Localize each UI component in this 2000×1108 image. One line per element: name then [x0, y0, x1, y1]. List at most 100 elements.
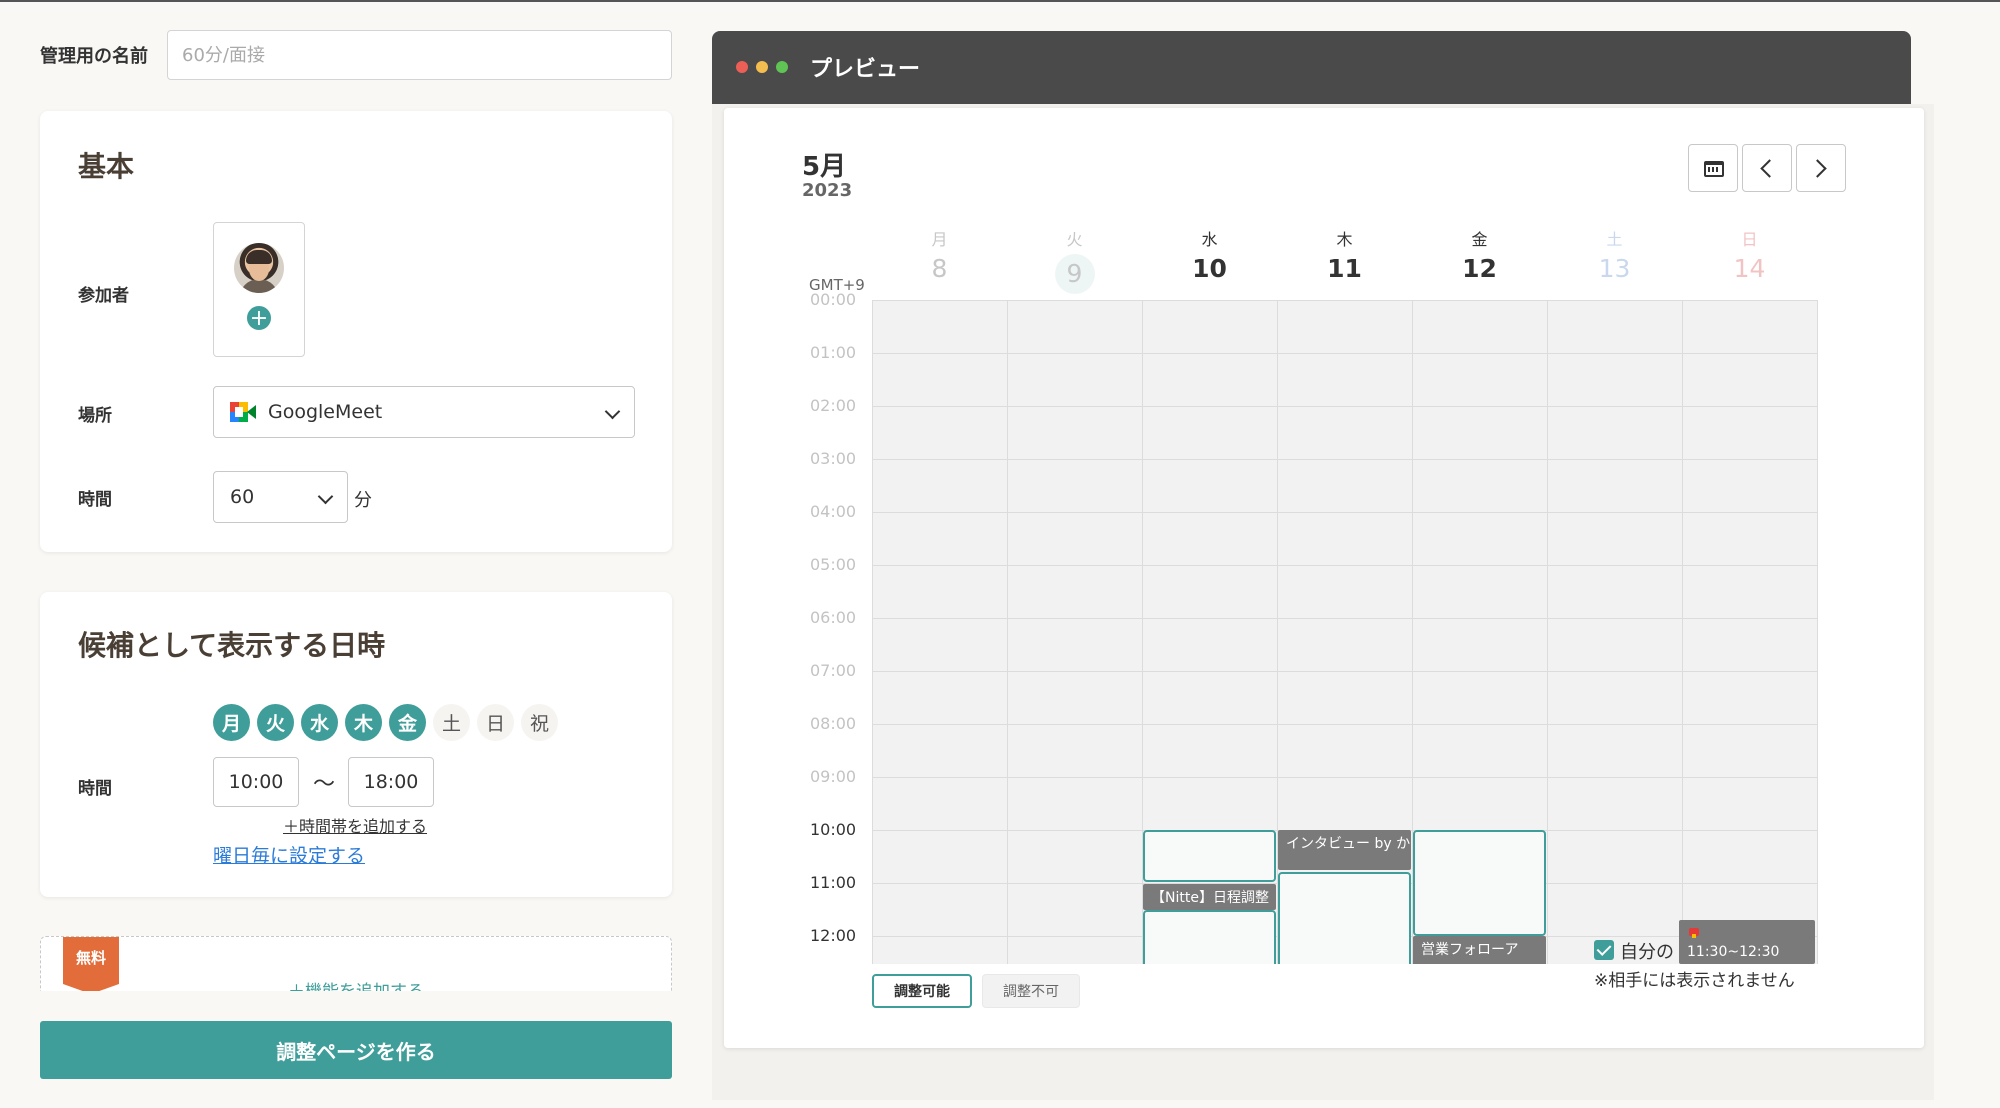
day-column-line: [1007, 300, 1008, 964]
minimize-dot-icon: [756, 61, 768, 73]
hour-line: [873, 512, 1818, 513]
day-toggle-sat[interactable]: 土: [433, 704, 470, 741]
hour-line: [873, 618, 1818, 619]
basic-title: 基本: [78, 150, 135, 183]
hour-label: 12:00: [810, 926, 857, 945]
calendar-picker-button[interactable]: [1688, 144, 1738, 192]
calendar-year: 2023: [802, 180, 853, 201]
location-value: GoogleMeet: [268, 401, 383, 423]
next-week-button[interactable]: [1796, 144, 1846, 192]
calendar-preview: 5月 2023 月 8 火 9 水 10 木 11 金 12 土 13 日 14 GMT+9 00:00 0…: [724, 108, 1924, 1048]
show-own-checkbox[interactable]: [1594, 940, 1614, 960]
top-border: [0, 0, 2000, 2]
hour-line: [873, 565, 1818, 566]
add-feature-card: 無料 ＋機能を追加する: [40, 936, 672, 992]
chevron-left-icon: [1760, 159, 1779, 178]
start-time-input[interactable]: 10:00: [213, 757, 299, 807]
duration-select[interactable]: 60: [213, 471, 348, 523]
participants-label: 参加者: [78, 286, 129, 306]
show-own-label: 自分の: [1620, 942, 1674, 963]
day-header-5: 土 13: [1547, 226, 1682, 283]
hour-label: 11:00: [810, 873, 857, 892]
busy-event[interactable]: 営業フォローア: [1413, 936, 1546, 966]
prev-week-button[interactable]: [1742, 144, 1792, 192]
day-header-number: 12: [1462, 254, 1497, 283]
calendar-icon: [1704, 161, 1724, 177]
chevron-right-icon: [1808, 159, 1827, 178]
add-feature-link[interactable]: ＋機能を追加する: [41, 977, 671, 992]
admin-name-label: 管理用の名前: [40, 46, 148, 67]
day-column-line: [1682, 300, 1683, 964]
hour-line: [873, 777, 1818, 778]
chevron-down-icon: [317, 488, 334, 505]
own-event[interactable]: 11:30~12:30: [1679, 920, 1815, 964]
candidate-time-label: 時間: [78, 779, 112, 799]
busy-event[interactable]: 【Nitte】日程調整: [1143, 884, 1276, 910]
admin-name-row: 管理用の名前: [40, 30, 672, 80]
candidate-title: 候補として表示する日時: [78, 629, 386, 662]
avatar[interactable]: [234, 243, 284, 293]
hour-label: 10:00: [810, 820, 857, 839]
day-header-1: 火9: [1007, 226, 1142, 294]
hour-label: 09:00: [810, 767, 857, 786]
day-header-number: 8: [931, 254, 948, 283]
preview-header: プレビュー: [712, 31, 1911, 104]
day-header-0: 月8: [872, 226, 1007, 283]
location-select[interactable]: GoogleMeet: [213, 386, 635, 438]
duration-value: 60: [230, 486, 255, 508]
day-header-name: 水: [1201, 230, 1218, 249]
today-marker: 9: [1054, 254, 1095, 294]
preview-title: プレビュー: [810, 57, 921, 82]
hour-line: [873, 724, 1818, 725]
hour-label: 04:00: [810, 502, 857, 521]
flag-icon: [1689, 928, 1699, 938]
day-toggle-tue[interactable]: 火: [257, 704, 294, 741]
day-toggle-wed[interactable]: 水: [301, 704, 338, 741]
legend-unavailable-button[interactable]: 調整不可: [982, 974, 1080, 1008]
busy-event[interactable]: インタビュー by かずうちんばっ: [1278, 830, 1411, 870]
google-meet-icon: [230, 402, 256, 422]
hour-line: [873, 671, 1818, 672]
basic-settings-card: 基本 参加者 + 場所 GoogleMeet 時間 60 分: [40, 111, 672, 552]
close-dot-icon: [736, 61, 748, 73]
hour-label: 07:00: [810, 661, 857, 680]
hour-label: 02:00: [810, 396, 857, 415]
add-time-slot-link[interactable]: ＋時間帯を追加する: [283, 813, 427, 837]
hour-line: [873, 459, 1818, 460]
hour-label: 00:00: [810, 290, 857, 309]
own-note: ※相手には表示されません: [1594, 971, 1795, 991]
hour-label: 08:00: [810, 714, 857, 733]
maximize-dot-icon: [776, 61, 788, 73]
per-weekday-link[interactable]: 曜日毎に設定する: [213, 841, 365, 868]
admin-name-input[interactable]: [167, 30, 672, 80]
legend-available-button[interactable]: 調整可能: [872, 974, 972, 1008]
day-toggle-holiday[interactable]: 祝: [521, 704, 558, 741]
add-participant-button[interactable]: +: [245, 304, 273, 332]
day-header-name: 月: [931, 230, 948, 249]
window-dots: [736, 61, 788, 73]
day-toggle-fri[interactable]: 金: [389, 704, 426, 741]
day-header-name: 木: [1336, 230, 1353, 249]
available-slot[interactable]: [1413, 830, 1546, 936]
hour-line: [873, 300, 1818, 301]
hour-label: 03:00: [810, 449, 857, 468]
day-header-name: 火: [1066, 230, 1083, 249]
day-column-line: [1547, 300, 1548, 964]
location-label: 場所: [78, 406, 112, 426]
end-time-input[interactable]: 18:00: [348, 757, 434, 807]
day-column-line: [1817, 300, 1818, 964]
day-header-number: 10: [1192, 254, 1227, 283]
day-toggle-thu[interactable]: 木: [345, 704, 382, 741]
day-header-name: 日: [1741, 230, 1758, 249]
weekday-toggles: 月 火 水 木 金 土 日 祝: [213, 704, 558, 741]
hour-line: [873, 353, 1818, 354]
candidate-times-card: 候補として表示する日時 月 火 水 木 金 土 日 祝 時間 10:00 〜 1…: [40, 592, 672, 897]
day-header-number: 14: [1733, 254, 1766, 283]
day-header-number: 11: [1327, 254, 1362, 283]
day-header-6: 日 14: [1682, 226, 1817, 283]
hour-label: 01:00: [810, 343, 857, 362]
create-page-button[interactable]: 調整ページを作る: [40, 1021, 672, 1079]
available-slot[interactable]: [1143, 830, 1276, 882]
day-toggle-sun[interactable]: 日: [477, 704, 514, 741]
day-toggle-mon[interactable]: 月: [213, 704, 250, 741]
